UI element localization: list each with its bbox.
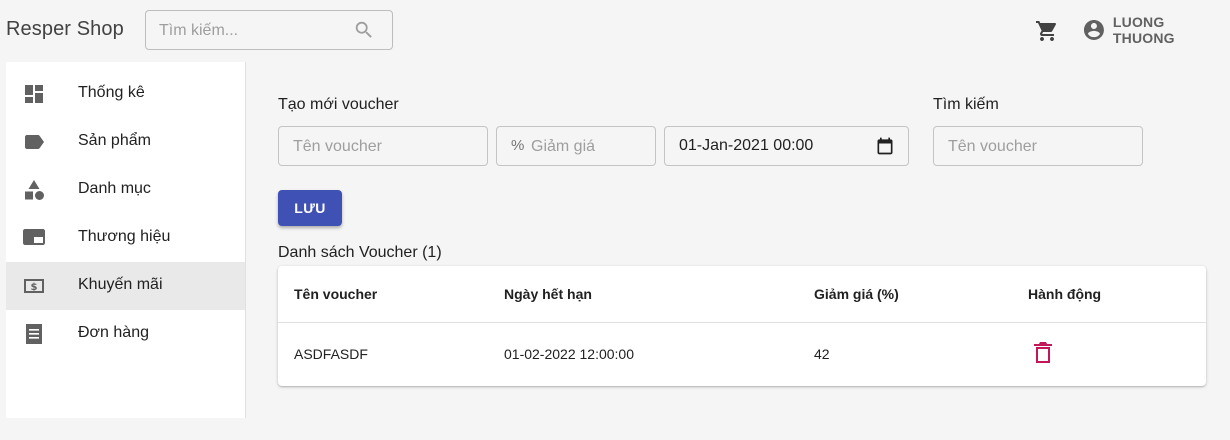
dashboard-icon bbox=[25, 85, 43, 103]
cell-discount: 42 bbox=[814, 346, 830, 362]
sidebar: Thống kê Sản phẩm Danh mục Thương hiệu $… bbox=[6, 62, 246, 418]
sidebar-item-label: Danh mục bbox=[78, 180, 151, 197]
sidebar-item-label: Đơn hàng bbox=[78, 324, 149, 341]
cell-expiry-date: 01-02-2022 12:00:00 bbox=[504, 346, 634, 362]
voucher-table: Tên voucher Ngày hết hạn Giảm giá (%) Hà… bbox=[278, 266, 1206, 386]
sidebar-item-label: Sản phẩm bbox=[78, 132, 151, 149]
sidebar-item-statistics[interactable]: Thống kê bbox=[6, 70, 245, 118]
percent-adornment: % bbox=[511, 137, 525, 154]
delete-icon[interactable] bbox=[1033, 342, 1053, 364]
sidebar-item-label: Thống kê bbox=[78, 84, 145, 101]
sidebar-item-products[interactable]: Sản phẩm bbox=[6, 118, 245, 166]
column-header-actions: Hành động bbox=[1028, 286, 1102, 302]
voucher-name-field[interactable] bbox=[278, 126, 488, 166]
header-search-input[interactable] bbox=[159, 20, 349, 42]
search-title: Tìm kiếm bbox=[933, 96, 999, 113]
create-voucher-title: Tạo mới voucher bbox=[278, 96, 399, 113]
app-header: Resper Shop LUONG THUONG bbox=[0, 0, 1230, 62]
column-header-discount: Giảm giá (%) bbox=[814, 286, 899, 302]
sidebar-item-label: Thương hiệu bbox=[78, 228, 171, 245]
expiry-date-value: 01-Jan-2021 00:00 bbox=[679, 137, 814, 154]
expiry-date-field[interactable]: 01-Jan-2021 00:00 bbox=[664, 126, 909, 166]
sidebar-item-promotions[interactable]: $ Khuyến mãi bbox=[6, 262, 245, 310]
table-divider bbox=[278, 322, 1206, 323]
account-circle-icon bbox=[1083, 20, 1104, 40]
column-header-expiry: Ngày hết hạn bbox=[504, 286, 592, 302]
discount-field[interactable]: % bbox=[496, 126, 656, 166]
svg-text:$: $ bbox=[31, 282, 38, 293]
featured-video-icon bbox=[23, 229, 45, 245]
brand-title[interactable]: Resper Shop bbox=[6, 18, 124, 41]
user-menu[interactable]: LUONG THUONG bbox=[1082, 14, 1230, 46]
discount-input[interactable] bbox=[531, 136, 646, 158]
category-icon bbox=[25, 180, 44, 200]
calendar-icon[interactable] bbox=[875, 136, 895, 156]
voucher-search-field[interactable] bbox=[933, 126, 1143, 166]
sidebar-item-orders[interactable]: Đơn hàng bbox=[6, 310, 245, 358]
voucher-list-title: Danh sách Voucher (1) bbox=[278, 244, 442, 261]
save-button[interactable]: LƯU bbox=[278, 190, 342, 226]
sidebar-item-categories[interactable]: Danh mục bbox=[6, 166, 245, 214]
voucher-search-input[interactable] bbox=[948, 136, 1128, 158]
cart-icon[interactable] bbox=[1035, 19, 1059, 43]
user-name: LUONG THUONG bbox=[1112, 14, 1175, 46]
voucher-name-input[interactable] bbox=[293, 136, 473, 158]
search-icon[interactable] bbox=[353, 19, 375, 41]
money-icon: $ bbox=[24, 279, 44, 293]
label-icon bbox=[25, 135, 44, 149]
receipt-icon bbox=[26, 324, 42, 344]
column-header-name: Tên voucher bbox=[294, 286, 378, 302]
sidebar-item-brands[interactable]: Thương hiệu bbox=[6, 214, 245, 262]
cell-voucher-name: ASDFASDF bbox=[294, 346, 368, 362]
sidebar-item-label: Khuyến mãi bbox=[78, 276, 163, 293]
